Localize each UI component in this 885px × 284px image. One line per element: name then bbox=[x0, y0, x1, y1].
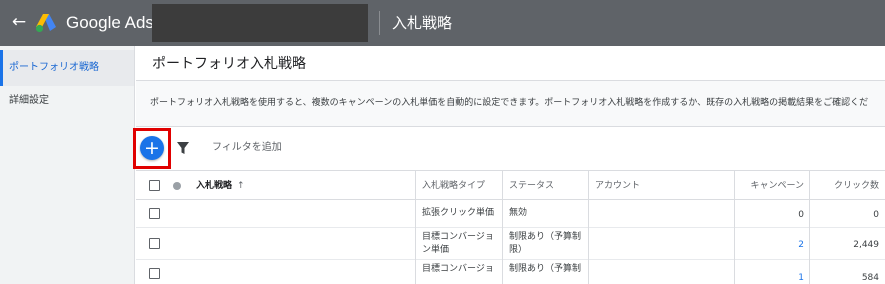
column-separator bbox=[809, 171, 810, 201]
column-separator bbox=[588, 228, 589, 260]
column-separator bbox=[502, 200, 503, 228]
column-separator bbox=[502, 260, 503, 284]
sidebar-item-portfolio-strategy[interactable]: ポートフォリオ戦略 bbox=[0, 50, 134, 86]
table-header: 入札戦略 ↑ 入札戦略タイプ ステータス アカウント キャンペーン クリック数 bbox=[136, 170, 885, 201]
column-separator bbox=[502, 171, 503, 201]
column-header-campaigns[interactable]: キャンペーン bbox=[736, 180, 804, 192]
column-header-type[interactable]: 入札戦略タイプ bbox=[422, 180, 485, 192]
column-header-status[interactable]: ステータス bbox=[509, 180, 554, 192]
page-heading: 入札戦略 bbox=[392, 14, 453, 32]
add-filter-input[interactable]: フィルタを追加 bbox=[212, 140, 282, 156]
strategy-type: 拡張クリック単価 bbox=[422, 208, 495, 218]
account-selector[interactable] bbox=[152, 4, 368, 42]
strategy-status-line-1: 制限あり（予算制 bbox=[509, 264, 582, 274]
description-text: ポートフォリオ入札戦略を使用すると、複数のキャンペーンの入札単価を自動的に設定で… bbox=[150, 98, 869, 108]
strategy-type-line-1: 目標コンバージョ bbox=[422, 232, 494, 242]
column-separator bbox=[502, 228, 503, 260]
row-checkbox[interactable] bbox=[149, 208, 160, 219]
column-separator bbox=[809, 200, 810, 228]
campaign-count-link[interactable]: 2 bbox=[736, 239, 804, 251]
sidebar: ポートフォリオ戦略 詳細設定 bbox=[0, 46, 135, 284]
sort-ascending-icon[interactable]: ↑ bbox=[237, 180, 245, 192]
column-separator bbox=[809, 228, 810, 260]
description-banner: ポートフォリオ入札戦略を使用すると、複数のキャンペーンの入札単価を自動的に設定で… bbox=[136, 81, 885, 127]
column-separator bbox=[415, 200, 416, 228]
column-header-name[interactable]: 入札戦略 bbox=[196, 180, 232, 192]
strategy-status: 無効 bbox=[509, 208, 528, 218]
column-separator bbox=[415, 228, 416, 260]
add-strategy-button[interactable]: + bbox=[140, 136, 164, 160]
top-bar: ← Google Ads 入札戦略 bbox=[0, 0, 885, 46]
column-separator bbox=[588, 200, 589, 228]
sidebar-item-advanced-settings[interactable]: 詳細設定 bbox=[0, 83, 134, 119]
column-header-account[interactable]: アカウント bbox=[595, 180, 640, 192]
column-header-clicks[interactable]: クリック数 bbox=[812, 180, 879, 192]
campaign-count-link[interactable]: 1 bbox=[736, 272, 804, 284]
filter-icon[interactable] bbox=[176, 141, 190, 155]
table-row: 拡張クリック単価 無効 0 0 bbox=[136, 200, 885, 228]
strategy-status-line-1: 制限あり（予算制 bbox=[509, 232, 582, 242]
status-dot-icon bbox=[173, 182, 181, 190]
column-separator bbox=[588, 260, 589, 284]
google-ads-logo-icon[interactable] bbox=[35, 13, 57, 33]
table-row: 目標コンバージョ ン単価 制限あり（予算制 限） 2 2,449 bbox=[136, 228, 885, 260]
column-separator bbox=[734, 171, 735, 201]
click-count: 0 bbox=[873, 210, 879, 220]
main-content: ポートフォリオ入札戦略 ポートフォリオ入札戦略を使用すると、複数のキャンペーンの… bbox=[133, 46, 885, 284]
select-all-checkbox[interactable] bbox=[149, 180, 160, 191]
table-row: 目標コンバージョ 制限あり（予算制 1 584 bbox=[136, 260, 885, 284]
click-count: 2,449 bbox=[853, 240, 879, 250]
page-title: ポートフォリオ入札戦略 bbox=[152, 56, 306, 72]
column-separator bbox=[734, 260, 735, 284]
arrow-left-icon[interactable]: ← bbox=[10, 12, 28, 32]
column-separator bbox=[588, 171, 589, 201]
column-separator bbox=[415, 171, 416, 201]
brand-name: Google Ads bbox=[66, 13, 154, 32]
click-count: 584 bbox=[861, 273, 879, 283]
column-separator bbox=[415, 260, 416, 284]
column-separator bbox=[734, 200, 735, 228]
strategy-type-line-2: ン単価 bbox=[422, 245, 450, 255]
divider bbox=[379, 11, 380, 35]
row-checkbox[interactable] bbox=[149, 238, 160, 249]
strategy-status-line-2: 限） bbox=[509, 245, 528, 255]
column-separator bbox=[809, 260, 810, 284]
table-toolbar: + フィルタを追加 bbox=[133, 128, 885, 170]
column-separator bbox=[734, 228, 735, 260]
campaign-count: 0 bbox=[798, 210, 804, 220]
row-checkbox[interactable] bbox=[149, 268, 160, 279]
strategy-type-line-1: 目標コンバージョ bbox=[422, 264, 494, 274]
